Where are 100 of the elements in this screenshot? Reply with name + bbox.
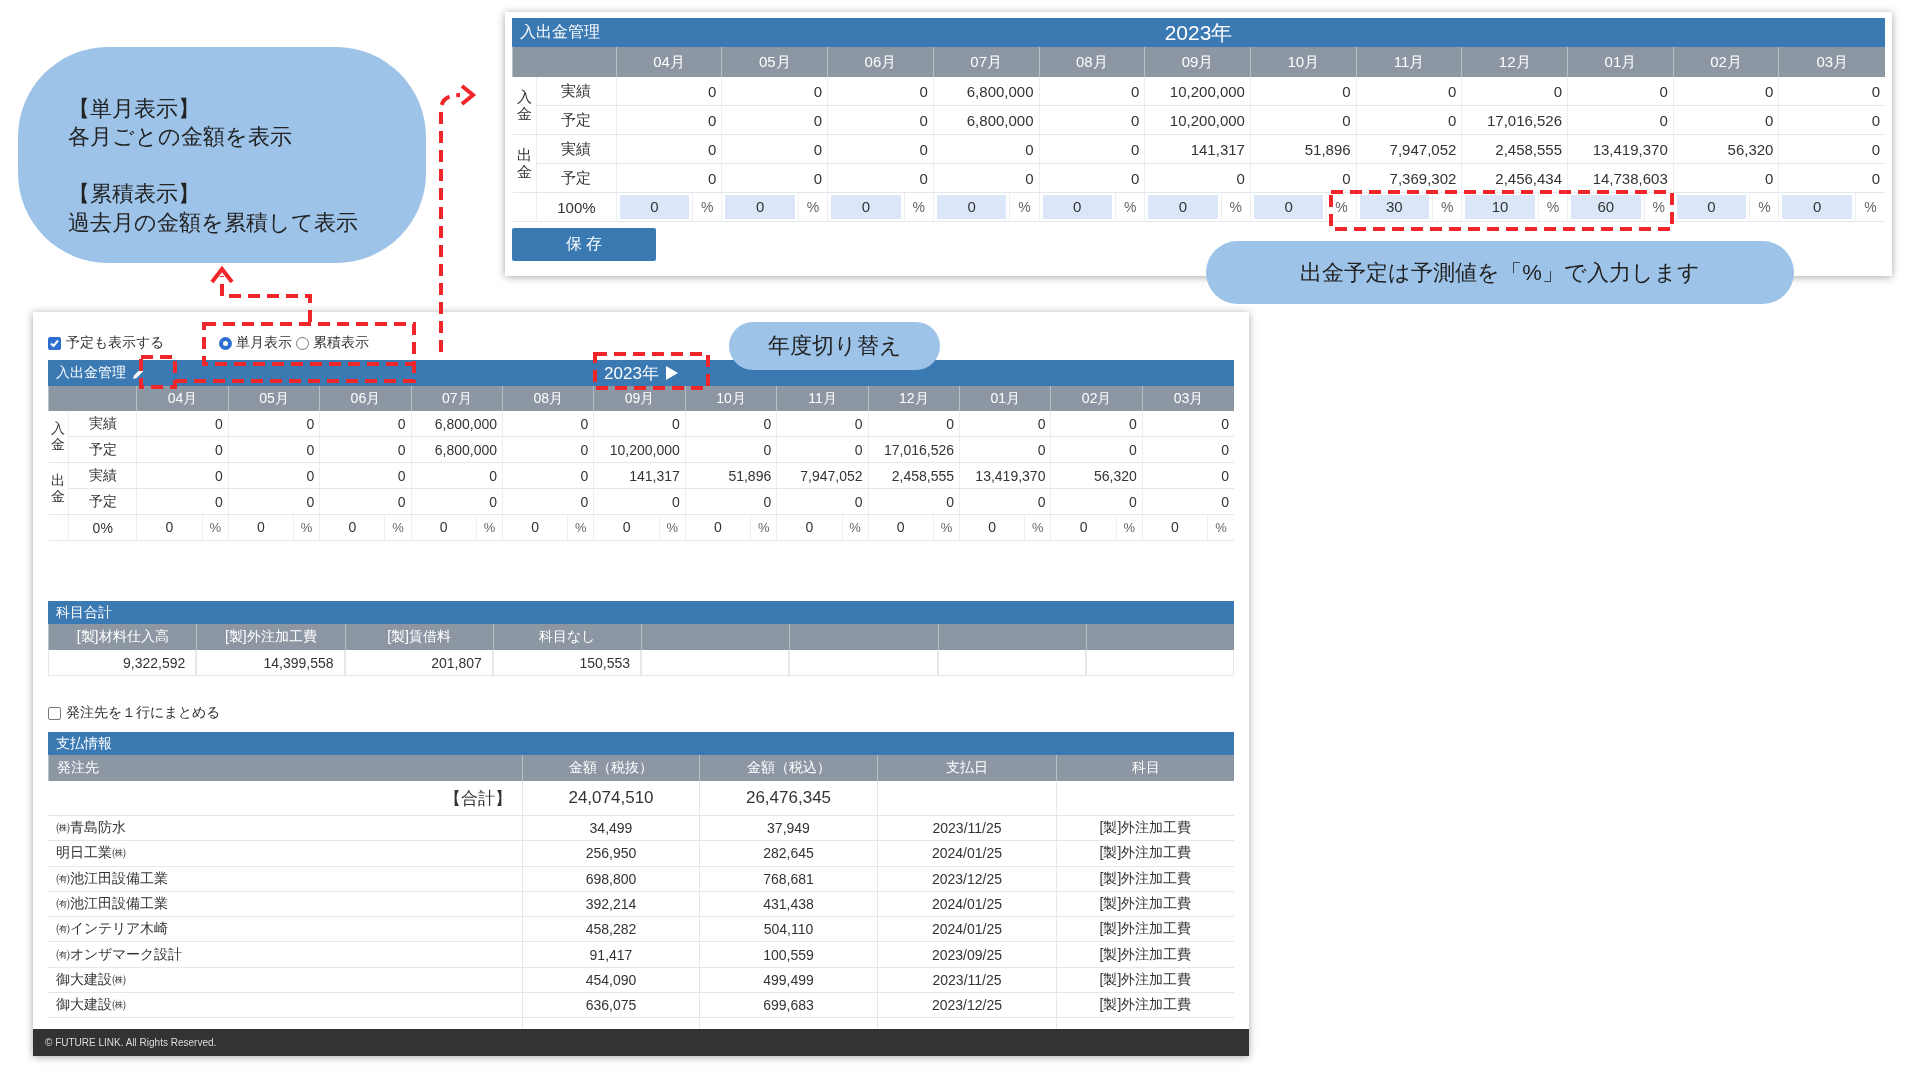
table-cell: 6,800,000 — [933, 77, 1039, 106]
checkbox[interactable] — [48, 336, 61, 350]
percent-input[interactable]: 0 — [1253, 195, 1324, 219]
column-header: 支払日 — [877, 755, 1056, 781]
table-cell: 0 — [1050, 411, 1143, 437]
percent-input[interactable]: 0 — [1676, 195, 1747, 219]
table-cell: 明日工業㈱ — [48, 841, 522, 867]
group-label: 入金 — [516, 89, 532, 122]
percent-input[interactable]: 0 — [1042, 195, 1113, 219]
month-header: 03月 — [1142, 386, 1234, 411]
month-header: 09月 — [1144, 47, 1251, 77]
row-label: 実績 — [68, 462, 137, 489]
percent-value: 0 — [438, 518, 449, 537]
table-cell: 51,896 — [685, 462, 777, 489]
month-header: 12月 — [868, 386, 960, 411]
column-header: 金額（税込） — [699, 755, 877, 781]
percent-input[interactable]: 30 — [1359, 195, 1430, 219]
table-cell: 0 — [1778, 134, 1885, 164]
save-button[interactable]: 保 存 — [512, 228, 656, 261]
table-cell: 14,399,558 — [196, 650, 345, 676]
table-cell: 2024/01/25 — [877, 917, 1056, 943]
table-cell: [製]外注加工費 — [1056, 841, 1234, 867]
percent-input[interactable]: 0 — [725, 195, 795, 219]
table-cell: [製]外注加工費 — [1056, 816, 1234, 842]
table-cell: 56,320 — [1673, 134, 1779, 164]
table-cell: ㈲池江田設備工業 — [48, 891, 522, 918]
play-icon — [664, 366, 678, 380]
percent-value: 0 — [804, 518, 815, 537]
table-cell: 0 — [1039, 77, 1145, 106]
table-cell: 2,458,555 — [1461, 134, 1568, 164]
table-cell: 13,419,370 — [1567, 134, 1674, 164]
table-cell: 0 — [721, 134, 828, 164]
table-cell: 37,949 — [699, 816, 877, 842]
table-title: 入出金管理 — [56, 364, 126, 382]
unit-label: % — [1024, 514, 1051, 541]
percent-value: 0 — [1170, 518, 1180, 537]
table-cell: 0 — [1567, 105, 1674, 135]
row-label: 実績 — [536, 77, 617, 106]
column-header: [製]材料仕入高 — [48, 624, 197, 650]
unit-label: % — [659, 514, 686, 541]
callout-text: 各月ごとの金額を表示 — [68, 123, 293, 152]
table-cell: 0 — [933, 134, 1039, 164]
unit-label: % — [1326, 192, 1357, 222]
percent-input[interactable]: 0 — [1148, 195, 1218, 219]
percent-input[interactable]: 10 — [1465, 195, 1535, 219]
unit-label: % — [1538, 192, 1568, 222]
month-header: 07月 — [411, 386, 503, 411]
group-label: 入金 — [51, 421, 66, 452]
percent-input[interactable]: 60 — [1571, 195, 1641, 219]
month-header: 02月 — [1673, 47, 1779, 77]
radio-button[interactable] — [219, 336, 232, 350]
next-year-button[interactable] — [664, 366, 678, 380]
percent-value: 0 — [256, 518, 266, 537]
month-header: 07月 — [933, 47, 1039, 77]
unit-label: % — [692, 192, 722, 222]
table-cell: 0 — [616, 77, 722, 106]
table-cell: 0 — [228, 411, 320, 437]
percent-input[interactable]: 0 — [831, 195, 901, 219]
month-header: 10月 — [685, 386, 777, 411]
total-label: 【合計】 — [48, 781, 522, 816]
table-cell: 0 — [1250, 163, 1357, 193]
unit-label: % — [1009, 192, 1039, 222]
radio-button[interactable] — [296, 336, 309, 350]
table-cell: 0 — [1039, 134, 1145, 164]
table-cell: 0 — [721, 105, 828, 135]
percent-input[interactable]: 0 — [619, 195, 690, 219]
table-cell: 0 — [1673, 77, 1779, 106]
table-cell: [製]外注加工費 — [1056, 866, 1234, 892]
percent-input[interactable]: 0 — [1782, 195, 1852, 219]
table-cell: [製]外注加工費 — [1056, 967, 1234, 994]
callout-text: 出金予定は予測値を「%」で入力します — [1300, 258, 1700, 287]
table-cell: 0 — [136, 488, 229, 515]
column-header: 科目 — [1056, 755, 1234, 781]
table-cell: 6,800,000 — [411, 411, 503, 437]
checkbox[interactable] — [48, 706, 61, 720]
table-cell: 454,090 — [522, 967, 699, 994]
table-cell: 201,807 — [344, 650, 493, 676]
table-cell: 0 — [228, 436, 320, 463]
table-cell: 392,214 — [522, 891, 699, 918]
table-cell: 0 — [502, 488, 594, 515]
table-cell: 0 — [1142, 411, 1234, 437]
column-header: [製]賃借料 — [344, 624, 493, 650]
table-cell: 2023/11/25 — [877, 967, 1056, 994]
group-label: 出金 — [516, 147, 532, 180]
unit-label: % — [476, 514, 503, 541]
table-cell: 698,800 — [522, 866, 699, 892]
table-cell: 51,896 — [1250, 134, 1357, 164]
table-cell: 0 — [827, 163, 934, 193]
month-header: 04月 — [616, 47, 722, 77]
percent-value: 0 — [987, 518, 998, 537]
unit-label: % — [1207, 514, 1234, 541]
unit-label: % — [842, 514, 869, 541]
percent-value: 0 — [347, 518, 358, 537]
month-header: 11月 — [1356, 47, 1462, 77]
table-cell: 0 — [411, 488, 503, 515]
percent-input[interactable]: 0 — [936, 195, 1007, 219]
table-cell: 458,282 — [522, 917, 699, 943]
table-cell: 10,200,000 — [593, 436, 686, 463]
table-cell: 0 — [502, 411, 594, 437]
unit-label: % — [933, 514, 960, 541]
